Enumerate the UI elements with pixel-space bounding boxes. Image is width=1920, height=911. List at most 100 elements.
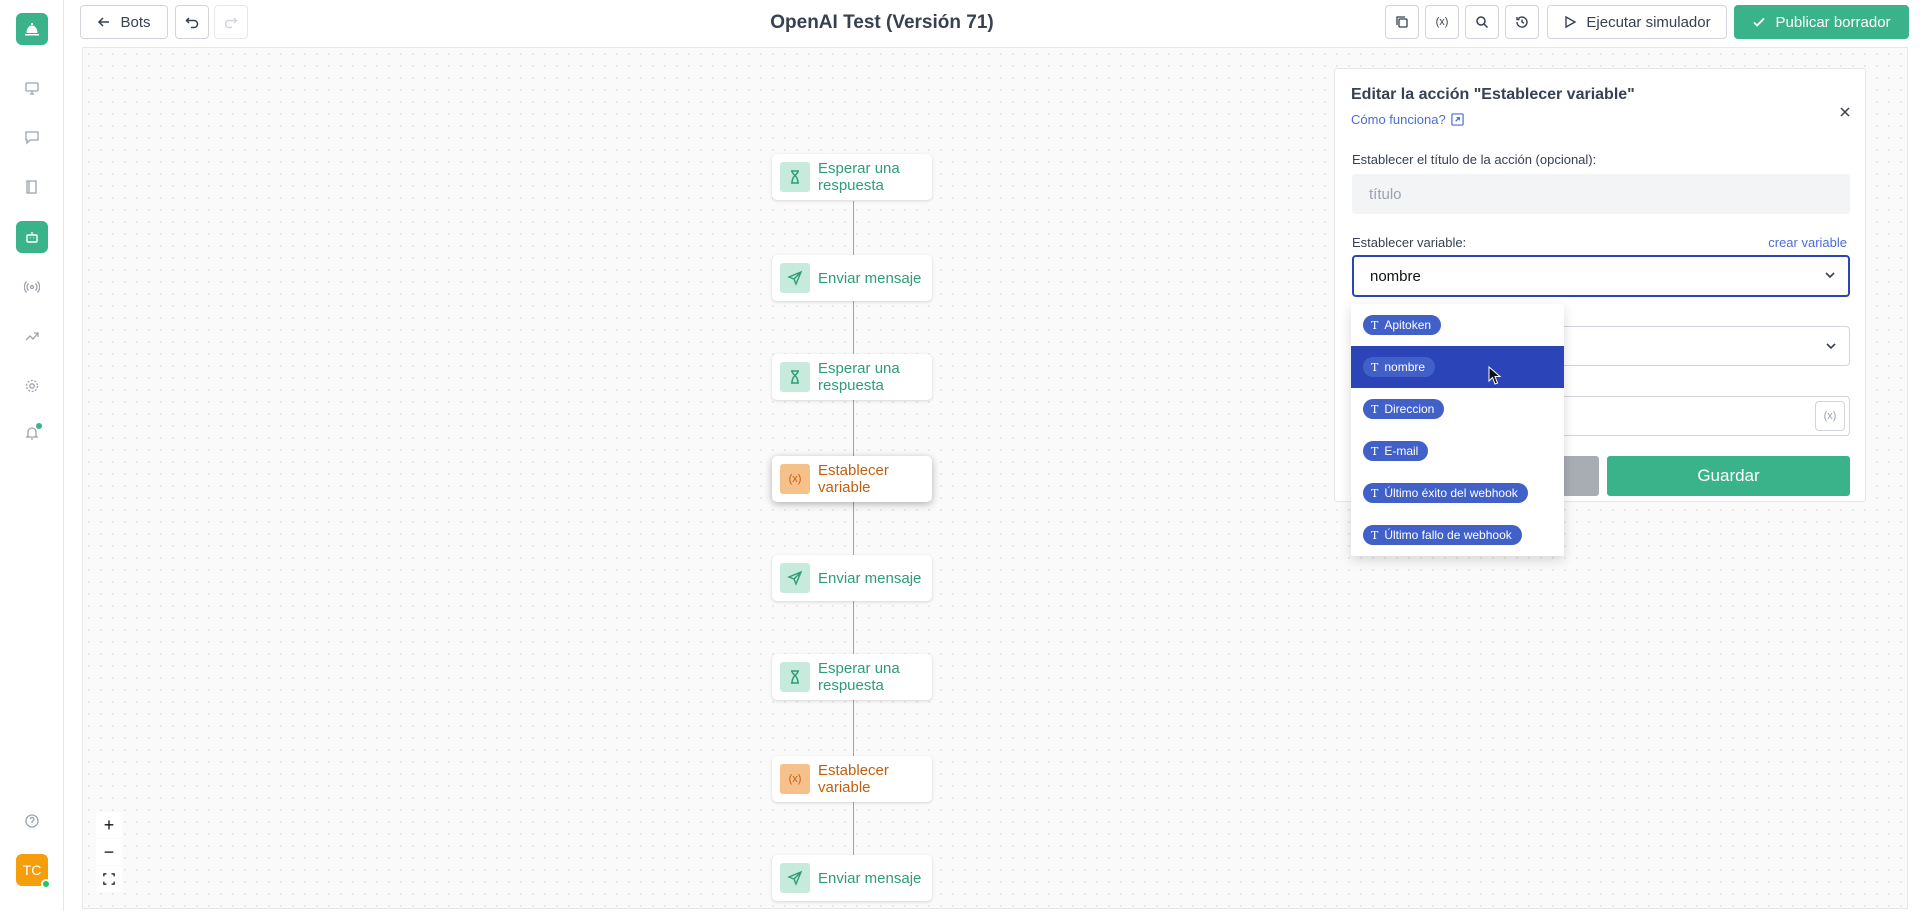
online-status-dot	[41, 879, 51, 889]
copy-button[interactable]	[1385, 5, 1419, 39]
mouse-cursor-icon	[1488, 366, 1502, 385]
variable-icon: (x)	[780, 764, 810, 794]
dropdown-option[interactable]: T Direccion	[1351, 388, 1564, 430]
send-icon	[780, 263, 810, 293]
how-it-works-label: Cómo funciona?	[1351, 112, 1446, 127]
variable-icon: (x)	[780, 464, 810, 494]
fullscreen-icon	[103, 873, 115, 885]
run-simulator-button[interactable]: Ejecutar simulador	[1547, 5, 1727, 39]
variable-icon: (x)	[1435, 16, 1449, 28]
option-label: nombre	[1384, 360, 1426, 374]
set-variable-label: Establecer variable:	[1352, 235, 1467, 250]
flow-node-set-variable-selected[interactable]: (x) Establecer variable	[772, 456, 932, 502]
search-icon	[1476, 16, 1489, 29]
page-title: OpenAI Test (Versión 71)	[770, 12, 994, 33]
variable-chip: T Último fallo de webhook	[1363, 525, 1522, 545]
play-icon	[1565, 15, 1577, 29]
action-title-placeholder: título	[1369, 185, 1402, 203]
text-type-icon: T	[1371, 528, 1379, 542]
search-button[interactable]	[1465, 5, 1499, 39]
option-label: Último fallo de webhook	[1384, 528, 1512, 542]
bell-icon[interactable]	[16, 417, 48, 449]
sidebar: TC	[0, 0, 64, 911]
copy-icon	[1396, 16, 1408, 28]
flow-node-wait[interactable]: Esperar una respuesta	[772, 654, 932, 700]
dropdown-option[interactable]: T E-mail	[1351, 430, 1564, 472]
flow-node-send-message[interactable]: Enviar mensaje	[772, 255, 932, 301]
node-label: Esperar una respuesta	[818, 160, 900, 194]
variable-symbol: (x)	[788, 473, 802, 485]
text-type-icon: T	[1371, 402, 1379, 416]
hourglass-icon	[780, 362, 810, 392]
analytics-icon[interactable]	[16, 320, 48, 352]
option-label: Direccion	[1384, 402, 1435, 416]
variables-button[interactable]: (x)	[1425, 5, 1459, 39]
external-link-icon	[1450, 113, 1464, 126]
send-icon	[780, 863, 810, 893]
check-icon	[1753, 17, 1766, 27]
action-title-label: Establecer el título de la acción (opcio…	[1352, 152, 1597, 167]
back-label: Bots	[120, 13, 151, 31]
book-icon[interactable]	[16, 171, 48, 203]
logo-icon[interactable]	[16, 13, 48, 45]
variable-symbol: (x)	[788, 773, 802, 785]
publish-draft-label: Publicar borrador	[1775, 13, 1891, 31]
help-icon[interactable]	[16, 805, 48, 837]
redo-button[interactable]	[214, 5, 248, 39]
zoom-in-button[interactable]: +	[96, 812, 122, 838]
avatar[interactable]: TC	[16, 854, 51, 889]
flow-node-set-variable[interactable]: (x) Establecer variable	[772, 756, 932, 802]
insert-variable-button[interactable]: (x)	[1815, 401, 1845, 431]
close-icon	[1840, 107, 1850, 117]
node-label: Enviar mensaje	[818, 269, 922, 287]
flow-node-wait[interactable]: Esperar una respuesta	[772, 354, 932, 400]
hourglass-icon	[780, 662, 810, 692]
flow-node-wait[interactable]: Esperar una respuesta	[772, 154, 932, 200]
chat-icon[interactable]	[16, 121, 48, 153]
option-label: E-mail	[1384, 444, 1419, 458]
variable-chip: T E-mail	[1363, 441, 1429, 461]
node-label: Enviar mensaje	[818, 869, 922, 887]
notification-dot	[36, 423, 42, 429]
run-simulator-label: Ejecutar simulador	[1586, 13, 1711, 31]
topbar: Bots OpenAI Test (Versión 71) (x) Ejecut…	[64, 0, 1920, 46]
action-title-input[interactable]: título	[1352, 174, 1850, 214]
fit-view-button[interactable]	[96, 866, 122, 892]
broadcast-icon[interactable]	[16, 271, 48, 303]
back-to-bots-button[interactable]: Bots	[80, 5, 168, 39]
history-button[interactable]	[1505, 5, 1539, 39]
text-type-icon: T	[1371, 486, 1379, 500]
undo-icon	[185, 17, 199, 29]
gear-icon[interactable]	[16, 370, 48, 402]
flow-node-send-message[interactable]: Enviar mensaje	[772, 555, 932, 601]
dropdown-option-highlighted[interactable]: Tnombre	[1351, 346, 1564, 388]
create-variable-link[interactable]: crear variable	[1768, 235, 1847, 250]
hourglass-icon	[780, 162, 810, 192]
save-button[interactable]: Guardar	[1607, 456, 1850, 496]
undo-button[interactable]	[175, 5, 209, 39]
dropdown-option[interactable]: T Apitoken	[1351, 304, 1564, 346]
how-it-works-link[interactable]: Cómo funciona?	[1351, 112, 1464, 127]
zoom-in-icon: +	[103, 814, 115, 835]
text-type-icon: T	[1371, 360, 1379, 374]
zoom-out-icon: −	[103, 841, 115, 862]
option-label: Último éxito del webhook	[1384, 486, 1518, 500]
variable-select[interactable]: nombre	[1352, 255, 1850, 297]
dropdown-option[interactable]: T Último éxito del webhook	[1351, 472, 1564, 514]
node-label: Enviar mensaje	[818, 569, 922, 587]
dropdown-option[interactable]: T Último fallo de webhook	[1351, 514, 1564, 556]
node-label: Esperar una respuesta	[818, 660, 900, 694]
bot-icon[interactable]	[16, 221, 48, 253]
variable-chip: T Último éxito del webhook	[1363, 483, 1528, 503]
chevron-down-icon	[1825, 272, 1835, 279]
variable-select-value: nombre	[1370, 267, 1421, 285]
flow-node-send-message[interactable]: Enviar mensaje	[772, 855, 932, 901]
zoom-out-button[interactable]: −	[96, 839, 122, 865]
close-panel-button[interactable]	[1839, 105, 1851, 123]
text-type-icon: T	[1371, 318, 1379, 332]
publish-draft-button[interactable]: Publicar borrador	[1734, 5, 1909, 39]
monitor-icon[interactable]	[16, 72, 48, 104]
chevron-down-icon	[1826, 343, 1836, 350]
variable-chip: T Apitoken	[1363, 315, 1442, 335]
option-label: Apitoken	[1384, 318, 1432, 332]
